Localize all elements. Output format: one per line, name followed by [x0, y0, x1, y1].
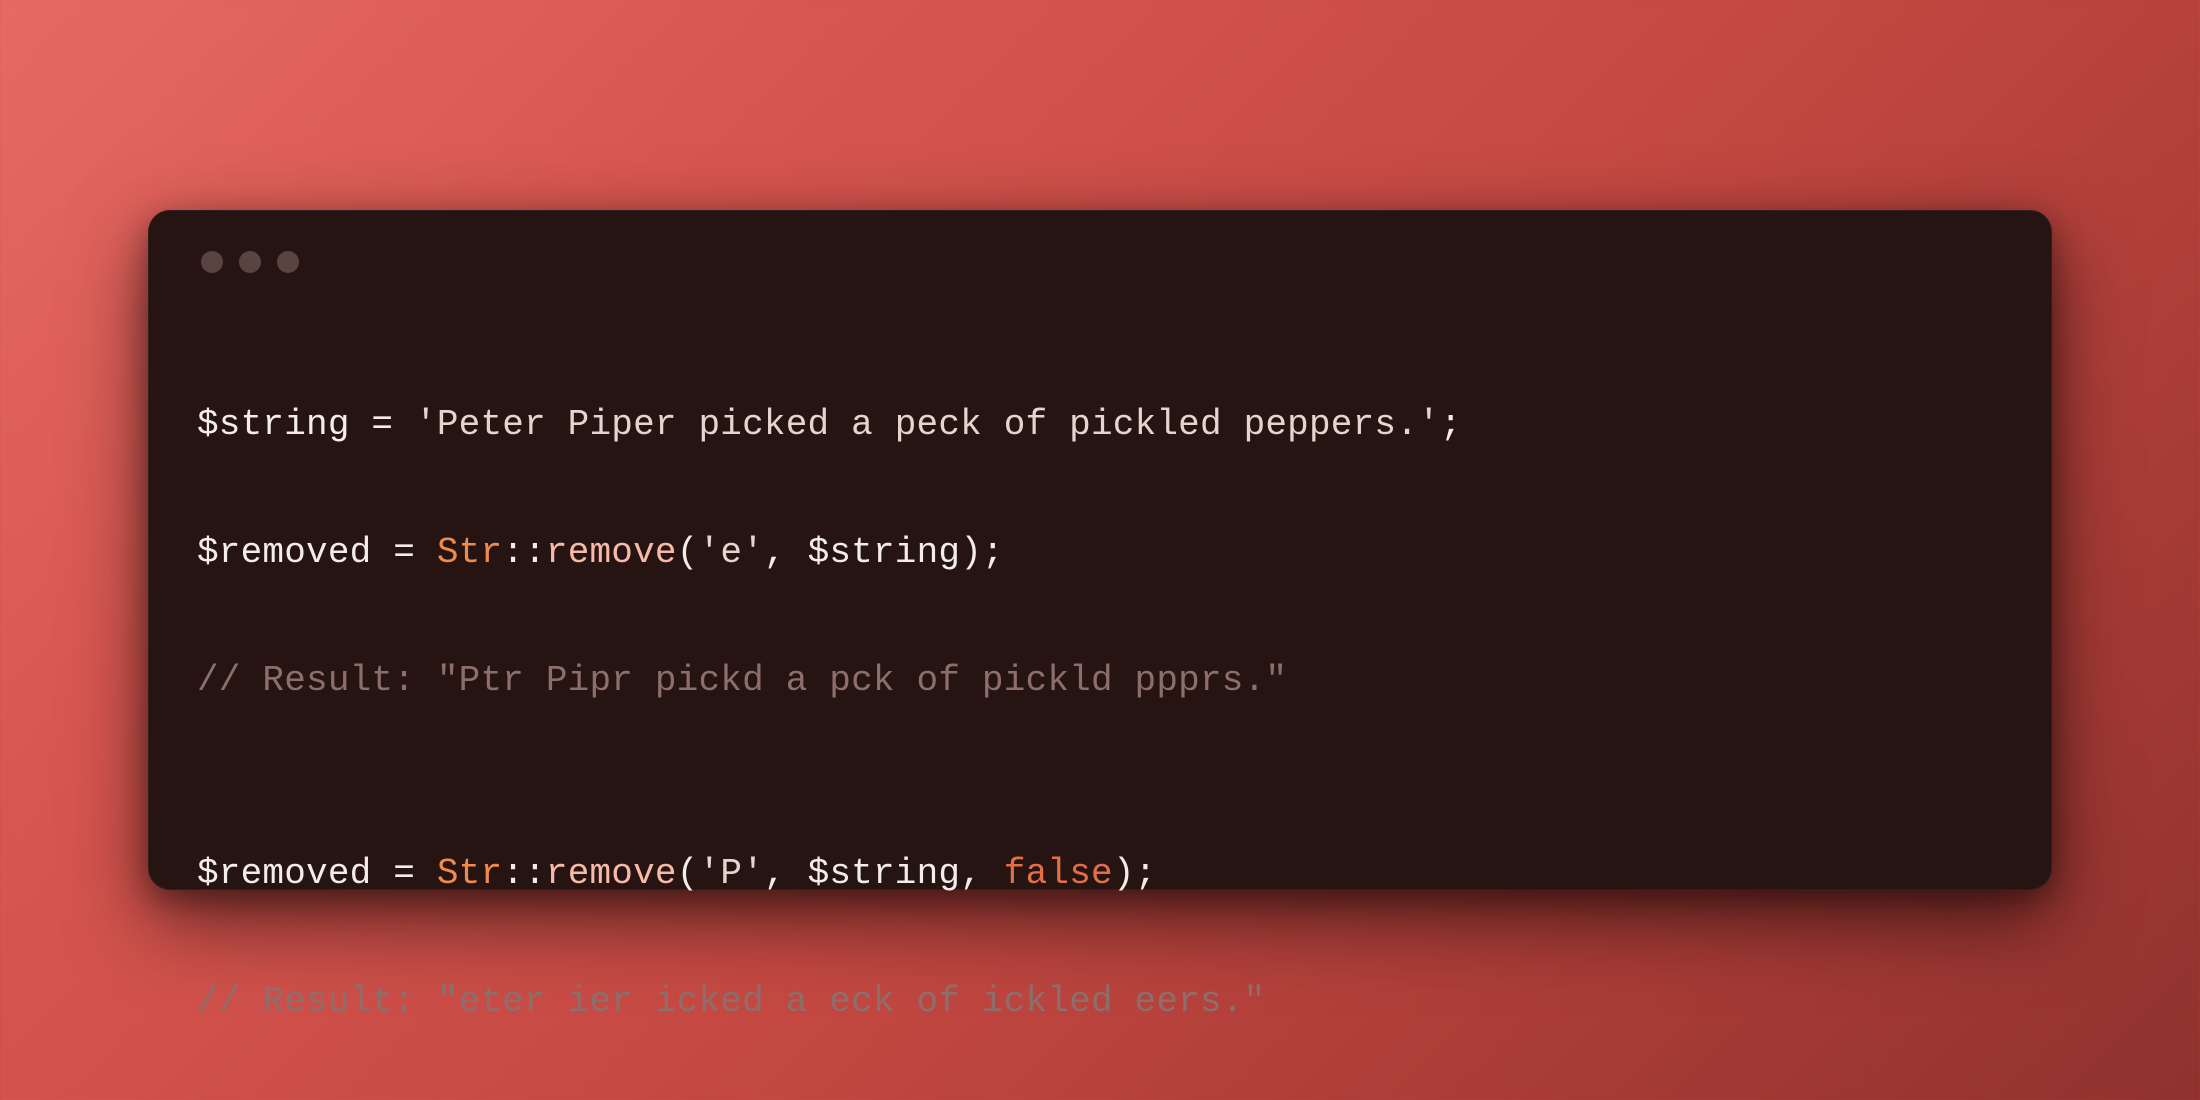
- token-paren-open: (: [677, 853, 699, 894]
- token-operator: =: [371, 532, 436, 573]
- token-string: 'P': [699, 853, 764, 894]
- token-method: remove: [546, 532, 677, 573]
- traffic-light-close[interactable]: [201, 251, 223, 273]
- token-string: 'Peter Piper picked a peck of pickled pe…: [415, 404, 1440, 445]
- token-comment: // Result: "eter ier icked a eck of ickl…: [197, 981, 1265, 1022]
- token-variable: $string: [808, 853, 961, 894]
- token-variable: $string: [808, 532, 961, 573]
- token-class: Str: [437, 532, 502, 573]
- code-line-5: $removed = Str::remove('P', $string, fal…: [197, 842, 2003, 906]
- token-scope: ::: [502, 532, 546, 573]
- code-line-1: $string = 'Peter Piper picked a peck of …: [197, 393, 2003, 457]
- token-string: 'e': [699, 532, 764, 573]
- token-variable: $removed: [197, 532, 371, 573]
- token-semicolon: ;: [1135, 853, 1157, 894]
- token-variable: $removed: [197, 853, 371, 894]
- token-semicolon: ;: [982, 532, 1004, 573]
- token-boolean: false: [1004, 853, 1113, 894]
- code-block: $string = 'Peter Piper picked a peck of …: [197, 329, 2003, 1100]
- token-paren-close: ): [960, 532, 982, 573]
- token-comma: ,: [960, 853, 1004, 894]
- token-variable: $string: [197, 404, 350, 445]
- token-comment: // Result: "Ptr Pipr pickd a pck of pick…: [197, 660, 1287, 701]
- traffic-light-zoom[interactable]: [277, 251, 299, 273]
- token-method: remove: [546, 853, 677, 894]
- traffic-light-minimize[interactable]: [239, 251, 261, 273]
- token-paren-close: ): [1113, 853, 1135, 894]
- token-operator: =: [371, 853, 436, 894]
- token-class: Str: [437, 853, 502, 894]
- token-comma: ,: [764, 853, 808, 894]
- window-titlebar: [197, 251, 2003, 273]
- token-scope: ::: [502, 853, 546, 894]
- token-paren-open: (: [677, 532, 699, 573]
- code-window: $string = 'Peter Piper picked a peck of …: [148, 210, 2052, 890]
- token-operator: =: [350, 404, 415, 445]
- token-comma: ,: [764, 532, 808, 573]
- token-semicolon: ;: [1440, 404, 1462, 445]
- code-line-2: $removed = Str::remove('e', $string);: [197, 521, 2003, 585]
- code-line-6: // Result: "eter ier icked a eck of ickl…: [197, 970, 2003, 1034]
- code-line-3: // Result: "Ptr Pipr pickd a pck of pick…: [197, 649, 2003, 713]
